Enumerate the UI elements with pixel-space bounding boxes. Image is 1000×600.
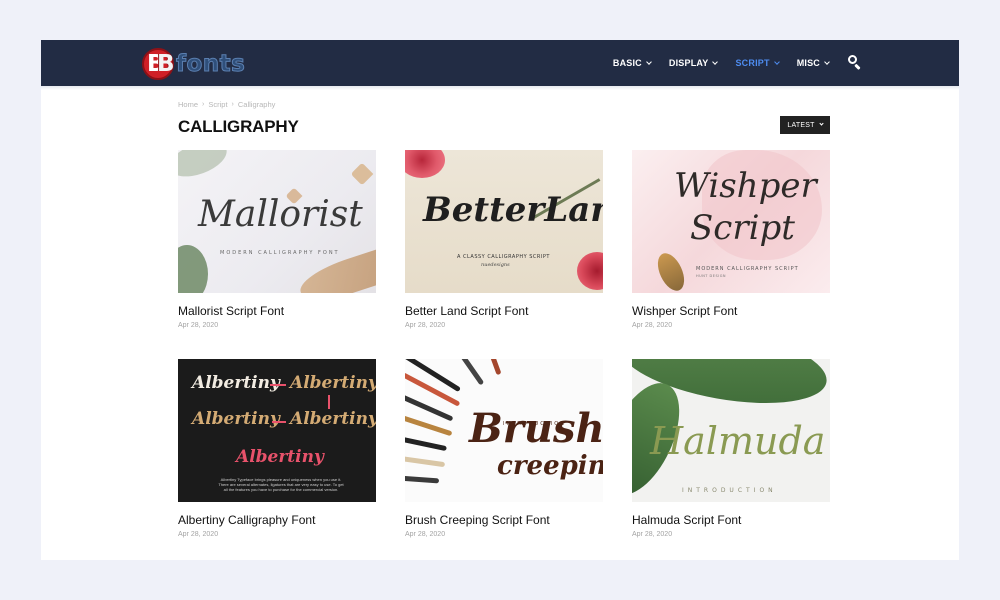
post-card-wishper[interactable]: Wishper Script MODERN CALLIGRAPHY SCRIPT…: [632, 150, 830, 329]
post-title[interactable]: Mallorist Script Font: [178, 304, 376, 318]
thumbnail-title-art: creeping: [497, 451, 603, 481]
nav-item-basic[interactable]: BASIC: [612, 58, 652, 68]
nav-label: MISC: [796, 58, 820, 68]
sort-label: LATEST: [787, 121, 815, 129]
main-nav: BASIC DISPLAY SCRIPT MISC: [595, 40, 830, 86]
breadcrumb: Home › Script › Calligraphy: [178, 100, 275, 109]
post-date: Apr 28, 2020: [178, 322, 219, 329]
search-icon[interactable]: [848, 55, 862, 71]
post-thumbnail[interactable]: BetterLand A CLASSY CALLIGRAPHY SCRIPT n…: [405, 150, 603, 293]
thumbnail-title-art: Albertiny: [192, 409, 280, 429]
post-card-mallorist[interactable]: Mallorist MODERN CALLIGRAPHY FONT Mallor…: [178, 150, 376, 329]
nav-label: DISPLAY: [668, 58, 709, 68]
nav-item-script[interactable]: SCRIPT: [735, 58, 780, 68]
thumbnail-designer: HUNT DESIGN: [696, 274, 727, 278]
post-date: Apr 28, 2020: [178, 531, 219, 538]
post-title[interactable]: Halmuda Script Font: [632, 513, 830, 527]
post-title[interactable]: Brush Creeping Script Font: [405, 513, 603, 527]
post-date: Apr 28, 2020: [405, 531, 446, 538]
thumbnail-title-art: Albertiny: [290, 373, 376, 393]
nav-label: SCRIPT: [735, 58, 770, 68]
page-title: CALLIGRAPHY: [178, 117, 299, 136]
page-frame: B B fonts BASIC DISPLAY SCRIPT MISC Home…: [41, 40, 959, 560]
post-thumbnail[interactable]: INTRODUCTION Brush creeping: [405, 359, 603, 502]
post-title[interactable]: Wishper Script Font: [632, 304, 830, 318]
thumbnail-designer: nuedesigns: [481, 262, 510, 268]
chevron-down-icon: [646, 58, 652, 65]
sort-dropdown[interactable]: LATEST: [780, 116, 830, 134]
breadcrumb-separator: ›: [231, 101, 234, 108]
chevron-down-icon: [824, 58, 830, 65]
post-date: Apr 28, 2020: [632, 322, 673, 329]
post-thumbnail[interactable]: Halmuda INTRODUCTION: [632, 359, 830, 502]
thumbnail-title-art: Albertiny: [290, 409, 376, 429]
thumbnail-subtitle: MODERN CALLIGRAPHY SCRIPT: [696, 266, 799, 272]
breadcrumb-separator: ›: [202, 101, 205, 108]
post-date: Apr 28, 2020: [405, 322, 446, 329]
nav-item-misc[interactable]: MISC: [796, 58, 830, 68]
header-shadow: [41, 86, 959, 90]
logo-text: fonts: [175, 51, 246, 78]
thumbnail-title-art: Brush: [469, 405, 603, 452]
thumbnail-subtitle: MODERN CALLIGRAPHY FONT: [220, 250, 340, 256]
thumbnail-subtitle: A CLASSY CALLIGRAPHY SCRIPT: [457, 254, 550, 260]
thumbnail-title-art: Albertiny: [236, 447, 324, 467]
thumbnail-title-art: Mallorist: [198, 194, 363, 235]
post-card-halmuda[interactable]: Halmuda INTRODUCTION Halmuda Script Font…: [632, 359, 830, 538]
post-title[interactable]: Better Land Script Font: [405, 304, 603, 318]
arrow-right-icon: [270, 384, 286, 386]
chevron-down-icon: [818, 121, 824, 126]
thumbnail-title-art: BetterLand: [423, 190, 603, 230]
post-title[interactable]: Albertiny Calligraphy Font: [178, 513, 376, 527]
post-card-albertiny[interactable]: Albertiny Albertiny Albertiny Albertiny …: [178, 359, 376, 538]
post-thumbnail[interactable]: Wishper Script MODERN CALLIGRAPHY SCRIPT…: [632, 150, 830, 293]
nav-label: BASIC: [612, 58, 642, 68]
arrow-left-icon: [272, 421, 286, 423]
breadcrumb-home[interactable]: Home: [178, 100, 198, 109]
post-card-better-land[interactable]: BetterLand A CLASSY CALLIGRAPHY SCRIPT n…: [405, 150, 603, 329]
thumbnail-note: Albertiny Typeface brings pleasure and u…: [218, 477, 344, 492]
post-thumbnail[interactable]: Albertiny Albertiny Albertiny Albertiny …: [178, 359, 376, 502]
thumbnail-title-art: Halmuda: [650, 419, 826, 463]
thumbnail-title-art: Script: [690, 208, 795, 248]
site-logo[interactable]: B B fonts: [142, 45, 252, 83]
breadcrumb-calligraphy[interactable]: Calligraphy: [238, 100, 276, 109]
post-thumbnail[interactable]: Mallorist MODERN CALLIGRAPHY FONT: [178, 150, 376, 293]
site-header: B B fonts BASIC DISPLAY SCRIPT MISC: [41, 40, 959, 86]
chevron-down-icon: [712, 58, 719, 65]
thumbnail-title-art: Wishper: [674, 166, 817, 206]
post-date: Apr 28, 2020: [632, 531, 673, 538]
arrow-down-icon: [328, 395, 330, 409]
thumbnail-intro: INTRODUCTION: [682, 487, 777, 494]
nav-item-display[interactable]: DISPLAY: [668, 58, 719, 68]
post-card-brush-creeping[interactable]: INTRODUCTION Brush creeping Brush Creepi…: [405, 359, 603, 538]
breadcrumb-script[interactable]: Script: [208, 100, 227, 109]
logo-mark-icon: B B: [142, 48, 175, 80]
thumbnail-title-art: Albertiny: [192, 373, 280, 393]
chevron-down-icon: [773, 58, 780, 65]
